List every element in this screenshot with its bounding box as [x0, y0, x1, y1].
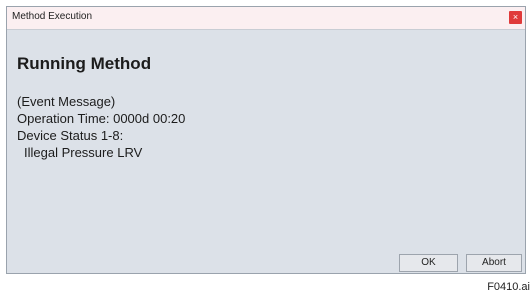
event-message-text: (Event Message) — [17, 94, 116, 109]
ok-button[interactable]: OK — [399, 254, 458, 272]
method-execution-dialog: Method Execution × Running Method (Event… — [6, 6, 526, 274]
page-title: Running Method — [17, 54, 152, 73]
close-icon[interactable]: × — [509, 11, 522, 24]
device-status-value: Illegal Pressure LRV — [24, 145, 143, 160]
title-bar[interactable]: Method Execution × — [7, 7, 525, 30]
abort-button[interactable]: Abort — [466, 254, 522, 272]
device-status-label: Device Status 1-8: — [17, 128, 124, 143]
window-title: Method Execution — [12, 11, 93, 22]
figure-caption: F0410.ai — [487, 281, 530, 293]
operation-time-text: Operation Time: 0000d 00:20 — [17, 111, 186, 126]
